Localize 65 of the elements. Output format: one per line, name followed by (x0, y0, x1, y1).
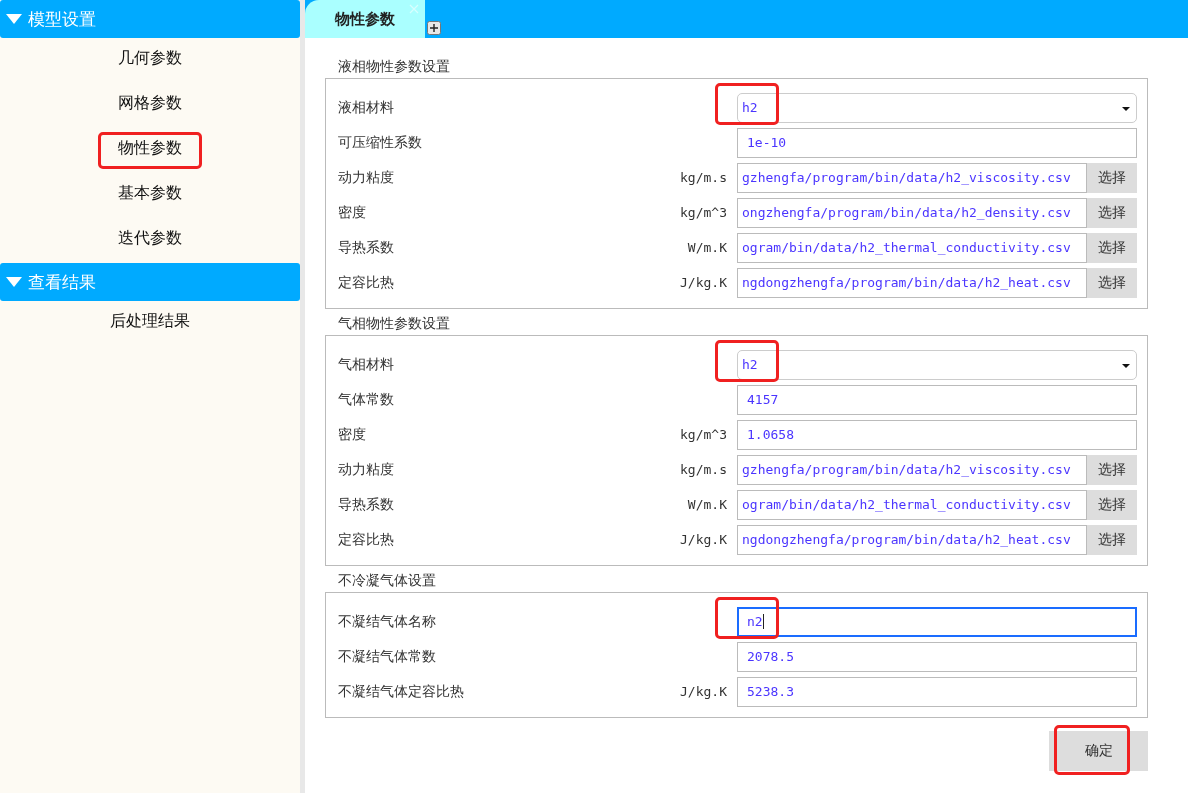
field-label: 导热系数 (338, 495, 395, 514)
unit-label: kg/m.s (680, 170, 727, 185)
field-label: 动力粘度 (338, 460, 395, 479)
dropdown[interactable]: h2 (737, 349, 1137, 380)
field-label: 密度 (338, 425, 367, 444)
choose-button[interactable]: 选择 (1087, 162, 1137, 193)
unit-label: W/m.K (687, 240, 727, 255)
file-path-field[interactable]: ngdongzhengfa/program/bin/data/h2_heat.csv (737, 267, 1087, 298)
triangle-icon (6, 14, 22, 24)
choose-button[interactable]: 选择 (1087, 197, 1137, 228)
field-label: 动力粘度 (338, 168, 395, 187)
field-label: 不凝结气体常数 (338, 647, 437, 666)
triangle-icon (6, 277, 22, 287)
field-label: 定容比热 (338, 273, 395, 292)
nav-item[interactable]: 几何参数 (110, 44, 190, 73)
file-path-field[interactable]: gzhengfa/program/bin/data/h2_viscosity.csv (737, 454, 1087, 485)
nav-item[interactable]: 物性参数 (110, 134, 190, 163)
text-field[interactable]: 2078.5 (737, 641, 1137, 672)
text-field[interactable]: 1e-10 (737, 127, 1137, 158)
section-title: 液相物性参数设置 (337, 57, 451, 76)
field-label: 定容比热 (338, 530, 395, 549)
choose-button[interactable]: 选择 (1087, 232, 1137, 263)
dropdown[interactable]: h2 (737, 92, 1137, 123)
choose-button[interactable]: 选择 (1087, 454, 1137, 485)
caret-icon (1122, 363, 1130, 368)
unit-label: kg/m^3 (680, 427, 727, 442)
field-label: 不凝结气体定容比热 (338, 682, 465, 701)
section-title: 气相物性参数设置 (337, 314, 451, 333)
unit-label: W/m.K (687, 497, 727, 512)
caret-icon (1122, 106, 1130, 111)
unit-label: J/kg.K (680, 532, 727, 547)
text-field[interactable]: 1.0658 (737, 419, 1137, 450)
highlight-outline (715, 339, 779, 382)
add-tab-icon[interactable] (427, 21, 441, 35)
field-label: 液相材料 (338, 98, 395, 117)
field-label: 密度 (338, 203, 367, 222)
nav-item[interactable]: 后处理结果 (102, 307, 198, 336)
choose-button[interactable]: 选择 (1087, 267, 1137, 298)
field-label: 气相材料 (338, 355, 395, 374)
nav-item[interactable]: 网格参数 (110, 89, 190, 118)
section-title: 不冷凝气体设置 (337, 571, 437, 590)
unit-label: J/kg.K (680, 684, 727, 699)
file-path-field[interactable]: gzhengfa/program/bin/data/h2_viscosity.csv (737, 162, 1087, 193)
text-field[interactable]: 5238.3 (737, 676, 1137, 707)
tab[interactable]: 物性参数 (305, 0, 425, 38)
field-label: 导热系数 (338, 238, 395, 257)
field-label: 气体常数 (338, 390, 395, 409)
file-path-field[interactable]: ongzhengfa/program/bin/data/h2_density.csv (737, 197, 1087, 228)
unit-label: kg/m.s (680, 462, 727, 477)
field-label: 不凝结气体名称 (338, 612, 437, 631)
text-field[interactable]: 4157 (737, 384, 1137, 415)
unit-label: J/kg.K (680, 275, 727, 290)
file-path-field[interactable]: ogram/bin/data/h2_thermal_conductivity.csv (737, 232, 1087, 263)
highlight-outline (715, 596, 779, 639)
confirm-button[interactable]: 确定 (1049, 731, 1148, 771)
field-label: 可压缩性系数 (338, 133, 423, 152)
nav-item[interactable]: 迭代参数 (110, 224, 190, 253)
file-path-field[interactable]: ogram/bin/data/h2_thermal_conductivity.csv (737, 489, 1087, 520)
highlight-outline (715, 82, 779, 125)
unit-label: kg/m^3 (680, 205, 727, 220)
file-path-field[interactable]: ngdongzhengfa/program/bin/data/h2_heat.csv (737, 524, 1087, 555)
choose-button[interactable]: 选择 (1087, 524, 1137, 555)
text-field[interactable]: n2 (737, 606, 1137, 637)
choose-button[interactable]: 选择 (1087, 489, 1137, 520)
nav-item[interactable]: 基本参数 (110, 179, 190, 208)
